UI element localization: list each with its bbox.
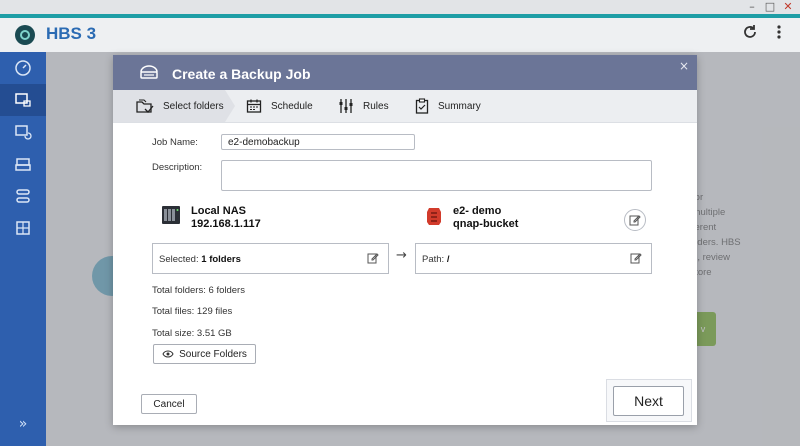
maximize-icon[interactable]: □: [764, 1, 776, 13]
restore-icon[interactable]: [0, 148, 46, 180]
step-label: Summary: [438, 100, 481, 112]
source-folders-button[interactable]: Source Folders: [153, 344, 256, 364]
folders-icon: [136, 99, 154, 113]
sync-icon[interactable]: [0, 116, 46, 148]
more-icon[interactable]: [776, 24, 782, 45]
destination-name: e2- demo: [453, 205, 502, 217]
window-controls: – □ ✕: [746, 1, 794, 13]
total-files: Total files: 129 files: [152, 306, 232, 317]
source-name: Local NAS: [191, 205, 247, 217]
hbs-logo-icon: [15, 25, 35, 45]
nas-device-icon: [161, 205, 181, 228]
step-schedule[interactable]: Schedule: [246, 90, 313, 122]
description-input[interactable]: [221, 160, 652, 191]
storage-icon[interactable]: [0, 180, 46, 212]
step-label: Select folders: [163, 100, 224, 112]
path-text: Path: /: [422, 254, 449, 265]
path-label: Path:: [422, 254, 445, 265]
edit-icon: [629, 215, 641, 226]
edit-icon[interactable]: [367, 252, 379, 267]
stat-value: 129 files: [196, 306, 233, 317]
clipboard-icon: [415, 98, 429, 114]
step-label: Schedule: [271, 100, 313, 112]
close-window-icon[interactable]: ✕: [782, 1, 794, 13]
backup-job-icon: [138, 63, 160, 84]
services-icon[interactable]: [0, 212, 46, 244]
job-name-input[interactable]: e2-demobackup: [221, 134, 415, 150]
step-summary[interactable]: Summary: [415, 90, 481, 122]
selected-label: Selected:: [159, 254, 199, 265]
refresh-icon[interactable]: [742, 24, 758, 45]
edit-icon[interactable]: [630, 252, 642, 267]
sliders-icon: [339, 99, 353, 113]
calendar-icon: [246, 99, 262, 113]
overview-icon[interactable]: [0, 52, 46, 84]
cancel-button[interactable]: Cancel: [141, 394, 197, 414]
backup-icon[interactable]: [0, 84, 46, 116]
stat-value: 3.51 GB: [196, 328, 232, 339]
minimize-icon[interactable]: –: [746, 1, 758, 13]
description-label: Description:: [152, 162, 203, 173]
step-select-folders[interactable]: Select folders: [113, 90, 235, 122]
path-value: /: [446, 254, 450, 265]
dialog-title: Create a Backup Job: [172, 66, 311, 82]
create-backup-dialog: Create a Backup Job × Select folders Sch…: [113, 55, 697, 425]
destination-bucket: qnap-bucket: [453, 218, 519, 230]
edit-destination-button[interactable]: [624, 209, 646, 231]
app-header: HBS 3: [0, 18, 800, 52]
job-name-label: Job Name:: [152, 137, 198, 148]
total-size: Total size: 3.51 GB: [152, 328, 232, 339]
wizard-steps: Select folders Schedule Rules Summary: [113, 90, 697, 123]
window-titlebar: [0, 0, 800, 14]
arrow-icon: →: [396, 248, 407, 263]
dialog-header: Create a Backup Job ×: [113, 55, 697, 90]
stat-label: Total files:: [152, 306, 195, 317]
source-address: 192.168.1.117: [191, 218, 261, 230]
source-nas: Local NAS 192.168.1.117: [191, 205, 261, 231]
step-label: Rules: [363, 100, 389, 112]
collapse-sidebar-icon[interactable]: »: [0, 416, 46, 432]
selected-folders-box[interactable]: Selected: 1 folders: [152, 243, 389, 274]
eye-icon: [162, 350, 174, 358]
source-folders-label: Source Folders: [179, 348, 247, 360]
stat-label: Total size:: [152, 328, 195, 339]
destination-path-box[interactable]: Path: /: [415, 243, 652, 274]
step-rules[interactable]: Rules: [338, 90, 389, 122]
selected-folders-text: Selected: 1 folders: [159, 254, 241, 265]
total-folders: Total folders: 6 folders: [152, 285, 245, 296]
selected-value: 1 folders: [201, 254, 241, 265]
close-icon[interactable]: ×: [679, 59, 689, 73]
destination-cloud: e2- demo qnap-bucket: [453, 205, 518, 231]
sidebar: »: [0, 52, 46, 446]
app-title: HBS 3: [46, 24, 97, 43]
stat-label: Total folders:: [152, 285, 206, 296]
next-button[interactable]: Next: [613, 386, 684, 416]
stat-value: 6 folders: [208, 285, 245, 296]
s3-bucket-icon: [426, 206, 442, 229]
